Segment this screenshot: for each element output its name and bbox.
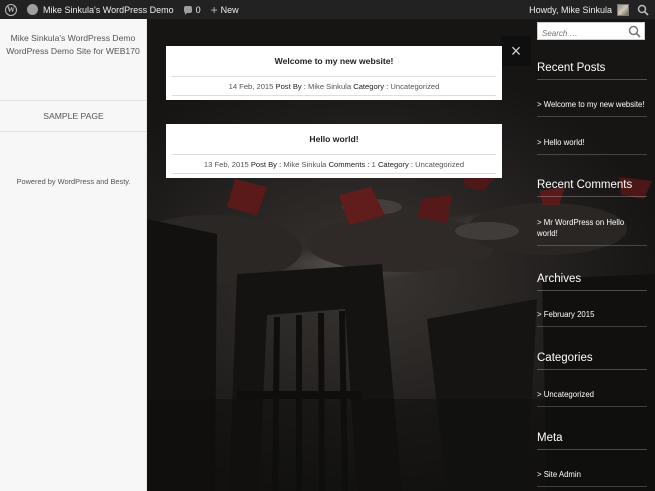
- post-category-link[interactable]: Uncategorized: [415, 160, 464, 169]
- recent-post-link[interactable]: > Hello world!: [537, 137, 647, 155]
- widget-heading-archives: Archives: [537, 273, 647, 291]
- site-name-label: Mike Sinkula's WordPress Demo: [43, 4, 174, 15]
- post-by-label: Post By :: [250, 160, 282, 169]
- post-title-link[interactable]: Welcome to my new website!: [166, 46, 502, 76]
- new-label: New: [220, 4, 239, 15]
- category-label: Category :: [353, 82, 389, 91]
- avatar: [617, 3, 629, 16]
- search-icon[interactable]: [637, 4, 649, 16]
- site-description: WordPress Demo Site for WEB170: [6, 46, 140, 56]
- widget-heading-meta: Meta: [537, 432, 647, 450]
- account-menu[interactable]: Howdy, Mike Sinkula: [524, 0, 629, 19]
- post-title-link[interactable]: Hello world!: [166, 124, 502, 154]
- archive-link[interactable]: > February 2015: [537, 309, 647, 327]
- nav-item-label: SAMPLE PAGE: [43, 111, 104, 121]
- search-submit-icon[interactable]: [628, 25, 641, 38]
- post-card: Welcome to my new website! 14 Feb, 2015 …: [166, 46, 502, 100]
- wordpress-menu[interactable]: W: [0, 0, 22, 19]
- widget-heading-categories: Categories: [537, 352, 647, 370]
- plus-icon: +: [210, 2, 218, 17]
- post-card: Hello world! 13 Feb, 2015 Post By : Mike…: [166, 124, 502, 178]
- recent-comment-link[interactable]: > Mr WordPress on Hello world!: [537, 217, 647, 246]
- powered-by-text: Powered by WordPress and Besty.: [16, 177, 131, 186]
- howdy-label: Howdy, Mike Sinkula: [529, 4, 612, 15]
- widget-heading-recent-comments: Recent Comments: [537, 179, 647, 197]
- post-date: 13 Feb, 2015: [203, 160, 249, 169]
- wordpress-logo-icon: W: [5, 3, 17, 16]
- meta-link[interactable]: > Site Admin: [537, 469, 647, 487]
- site-name-link[interactable]: Mike Sinkula's WordPress Demo: [22, 0, 179, 19]
- post-comments-link[interactable]: 1: [372, 160, 376, 169]
- post-by-label: Post By :: [275, 82, 306, 91]
- category-link[interactable]: > Uncategorized: [537, 389, 647, 407]
- post-category-link[interactable]: Uncategorized: [390, 82, 439, 91]
- nav-item-sample-page[interactable]: SAMPLE PAGE: [0, 100, 147, 132]
- recent-post-link[interactable]: > Welcome to my new website!: [537, 99, 647, 117]
- comments-count: 0: [195, 4, 201, 15]
- post-author-link[interactable]: Mike Sinkula: [308, 82, 351, 91]
- dashboard-icon: [27, 4, 38, 15]
- site-title[interactable]: Mike Sinkula's WordPress Demo: [0, 19, 146, 45]
- right-sidebar: Recent Posts > Welcome to my new website…: [537, 19, 655, 491]
- close-icon[interactable]: ×: [501, 36, 531, 66]
- search-input[interactable]: [538, 25, 622, 42]
- post-author-link[interactable]: Mike Sinkula: [283, 160, 326, 169]
- widget-heading-recent-posts: Recent Posts: [537, 62, 647, 80]
- new-content-link[interactable]: + New: [206, 0, 244, 19]
- comments-link[interactable]: 0: [179, 0, 206, 19]
- post-date: 14 Feb, 2015: [228, 82, 274, 91]
- post-meta: 14 Feb, 2015 Post By : Mike Sinkula Cate…: [172, 76, 496, 96]
- comment-bubble-icon: [183, 6, 192, 15]
- post-meta: 13 Feb, 2015 Post By : Mike Sinkula Comm…: [172, 154, 496, 174]
- comments-label: Comments :: [328, 160, 370, 169]
- left-sidebar: Mike Sinkula's WordPress Demo WordPress …: [0, 19, 147, 491]
- search-form: [537, 22, 645, 42]
- admin-bar: W Mike Sinkula's WordPress Demo 0 + New …: [0, 0, 655, 19]
- category-label: Category :: [377, 160, 413, 169]
